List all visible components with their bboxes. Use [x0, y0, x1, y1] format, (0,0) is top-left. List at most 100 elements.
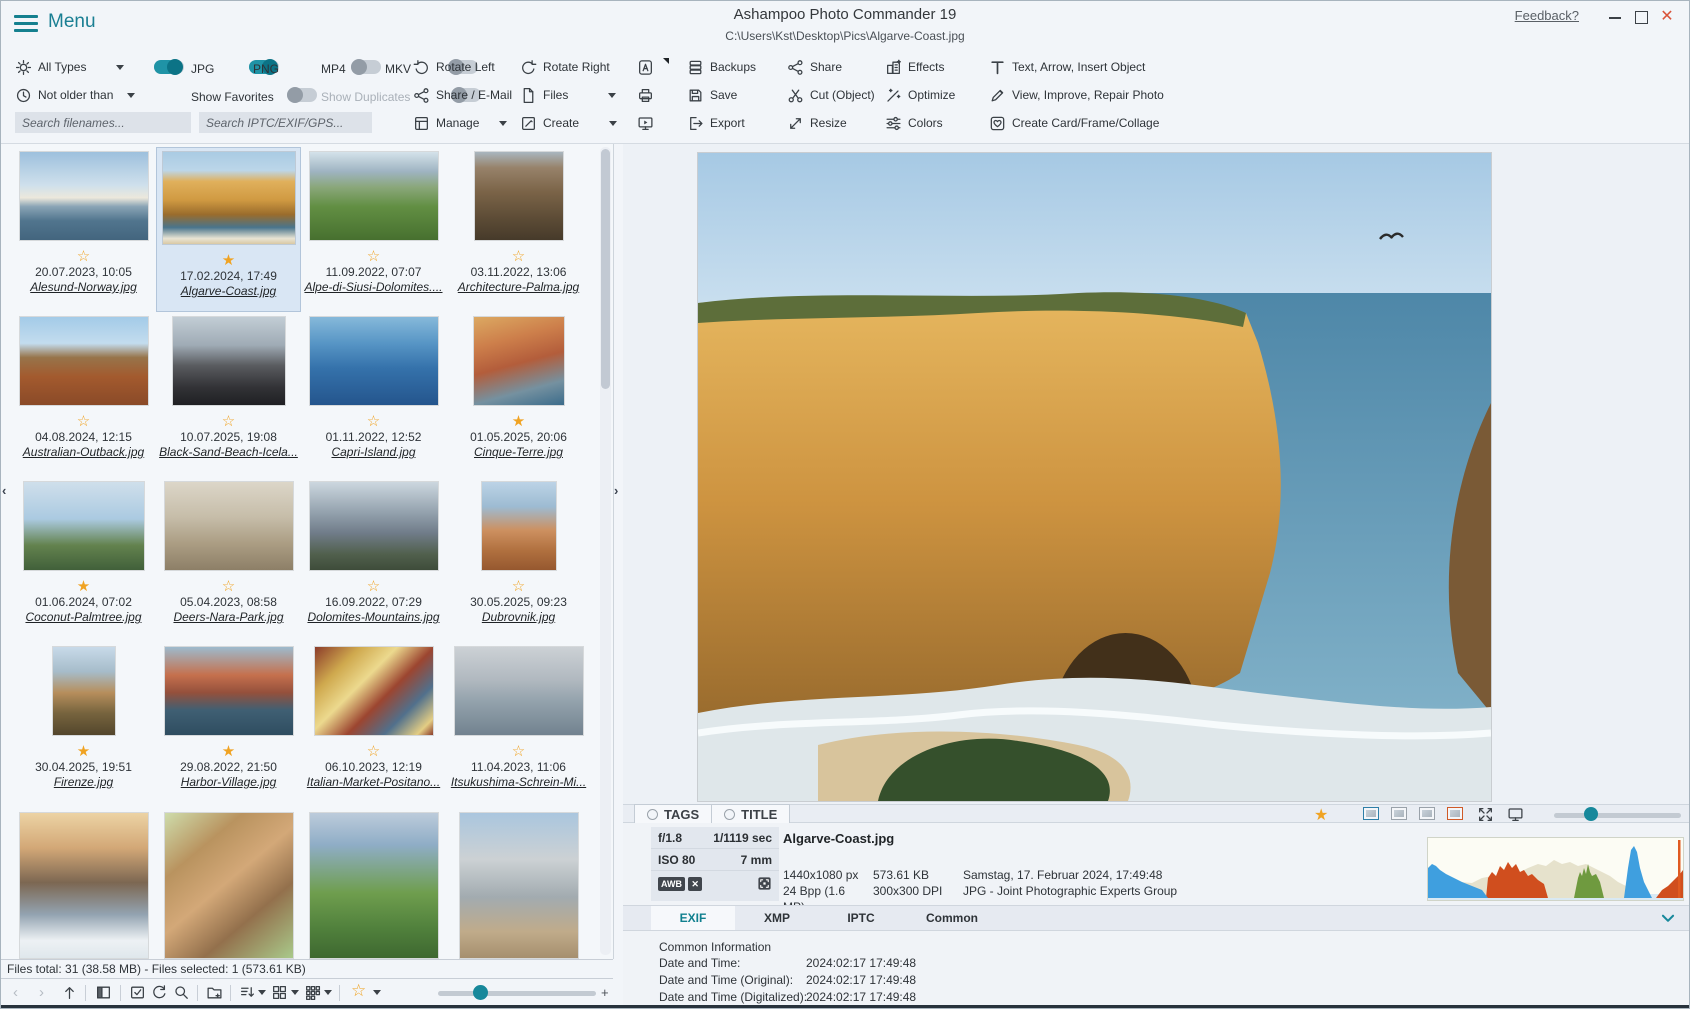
maximize-button[interactable]: [1631, 7, 1651, 27]
thumbnail-item[interactable]: 01.11.2022, 12:52 Capri-Island.jpg: [301, 312, 446, 477]
text-arrow-insert-button[interactable]: Text, Arrow, Insert Object: [989, 56, 1145, 78]
refresh-icon[interactable]: [151, 984, 168, 1001]
thumbnail-item[interactable]: 11.09.2022, 07:07 Alpe-di-Siusi-Dolomite…: [301, 147, 446, 312]
thumbnail-item[interactable]: [301, 813, 446, 958]
scrollbar-thumb[interactable]: [601, 149, 610, 389]
view-improve-repair-button[interactable]: View, Improve, Repair Photo: [989, 84, 1164, 106]
thumbnail-item[interactable]: 16.09.2022, 07:29 Dolomites-Mountains.jp…: [301, 477, 446, 642]
back-chevron-icon[interactable]: ‹: [13, 984, 18, 1001]
favorite-star-icon[interactable]: [77, 413, 90, 430]
fullscreen-icon[interactable]: [1477, 806, 1494, 823]
feedback-link[interactable]: Feedback?: [1515, 8, 1579, 23]
favorite-star-icon[interactable]: [222, 743, 235, 760]
chevron-down-icon[interactable]: [373, 990, 381, 995]
not-older-than-dropdown[interactable]: Not older than: [15, 84, 135, 106]
monitor-icon[interactable]: [1507, 806, 1524, 823]
favorite-star-icon[interactable]: [367, 248, 380, 265]
cut-object-button[interactable]: Cut (Object): [787, 84, 875, 106]
select-images-icon[interactable]: [129, 984, 146, 1001]
zoom-fill-icon[interactable]: [1419, 807, 1435, 820]
thumbnail-item[interactable]: [11, 813, 156, 958]
collapse-left-panel-chevron[interactable]: ‹: [2, 483, 6, 498]
thumbnail-zoom-knob[interactable]: [473, 985, 488, 1000]
chevron-down-icon[interactable]: [291, 990, 299, 995]
search-icon[interactable]: [173, 984, 190, 1001]
share-button[interactable]: Share: [787, 56, 842, 78]
zoom-stretch-icon[interactable]: [1447, 807, 1463, 820]
forward-chevron-icon[interactable]: ›: [39, 984, 44, 1001]
layout-grid-icon[interactable]: [271, 984, 288, 1001]
preview-zoom-slider[interactable]: [1554, 813, 1681, 818]
print-button[interactable]: [637, 84, 654, 106]
chevron-down-icon[interactable]: [258, 990, 266, 995]
favorite-star-icon[interactable]: [77, 578, 90, 595]
thumbnail-item[interactable]: 01.06.2024, 07:02 Coconut-Palmtree.jpg: [11, 477, 156, 642]
pdf-export-button[interactable]: [637, 56, 654, 78]
tab-title[interactable]: TITLE: [711, 805, 789, 823]
rotate-right-button[interactable]: Rotate Right: [520, 56, 610, 78]
create-dropdown[interactable]: Create: [520, 112, 617, 134]
thumbnail-item[interactable]: 01.05.2025, 20:06 Cinque-Terre.jpg: [446, 312, 591, 477]
favorite-star-icon[interactable]: [367, 578, 380, 595]
thumbnail-size-icon[interactable]: [304, 984, 321, 1001]
favorite-star-icon[interactable]: [512, 743, 525, 760]
zoom-original-icon[interactable]: [1391, 807, 1407, 820]
rate-favorite-star-icon[interactable]: ★: [1314, 805, 1328, 825]
menu-hamburger-icon[interactable]: [14, 15, 38, 32]
favorites-filter-star-icon[interactable]: ☆: [351, 981, 366, 1001]
favorite-star-icon[interactable]: [77, 248, 90, 265]
thumbnail-item[interactable]: 17.02.2024, 17:49 Algarve-Coast.jpg: [156, 147, 301, 312]
tab-exif[interactable]: EXIF: [651, 906, 735, 930]
preview-photo[interactable]: [698, 153, 1491, 801]
search-filenames-input[interactable]: [15, 112, 191, 133]
preview-panel-icon[interactable]: [95, 984, 112, 1001]
favorite-star-icon[interactable]: [77, 743, 90, 760]
thumbnail-item[interactable]: 06.10.2023, 12:19 Italian-Market-Positan…: [301, 642, 446, 807]
thumbnail-item[interactable]: 30.04.2025, 19:51 Firenze.jpg: [11, 642, 156, 807]
thumbnail-item[interactable]: [446, 813, 591, 958]
panel-collapse-marker[interactable]: [663, 58, 669, 64]
tab-tags[interactable]: TAGS: [635, 805, 711, 823]
favorite-star-icon[interactable]: [512, 248, 525, 265]
file-type-filter-dropdown[interactable]: All Types: [15, 56, 124, 78]
colors-button[interactable]: Colors: [885, 112, 943, 134]
save-button[interactable]: Save: [687, 84, 737, 106]
rotate-left-button[interactable]: Rotate Left: [413, 56, 495, 78]
optimize-button[interactable]: Optimize: [885, 84, 955, 106]
thumbnail-item[interactable]: 29.08.2022, 21:50 Harbor-Village.jpg: [156, 642, 301, 807]
resize-button[interactable]: Resize: [787, 112, 847, 134]
favorite-star-icon[interactable]: [367, 413, 380, 430]
thumbnail-item[interactable]: 11.04.2023, 11:06 Itsukushima-Schrein-Mi…: [446, 642, 591, 807]
favorite-star-icon[interactable]: [367, 743, 380, 760]
mp4-filter-toggle[interactable]: [351, 60, 381, 74]
expand-metadata-chevron[interactable]: [1655, 909, 1681, 927]
thumbnail-item[interactable]: 10.07.2025, 19:08 Black-Sand-Beach-Icela…: [156, 312, 301, 477]
slideshow-button[interactable]: [637, 112, 654, 134]
favorite-star-icon[interactable]: [222, 578, 235, 595]
favorite-star-icon[interactable]: [222, 252, 235, 269]
thumbnail-item[interactable]: 04.08.2024, 12:15 Australian-Outback.jpg: [11, 312, 156, 477]
minimize-button[interactable]: [1605, 7, 1625, 27]
close-button[interactable]: ✕: [1657, 7, 1677, 27]
thumbnail-item[interactable]: 20.07.2023, 10:05 Alesund-Norway.jpg: [11, 147, 156, 312]
thumbnail-item[interactable]: [156, 813, 301, 958]
sort-icon[interactable]: [239, 984, 256, 1001]
thumbnail-item[interactable]: 30.05.2025, 09:23 Dubrovnik.jpg: [446, 477, 591, 642]
favorite-star-icon[interactable]: [222, 413, 235, 430]
expand-panel-chevron[interactable]: ›: [614, 483, 618, 498]
show-favorites-toggle[interactable]: [287, 88, 317, 102]
thumbnail-item[interactable]: 05.04.2023, 08:58 Deers-Nara-Park.jpg: [156, 477, 301, 642]
tab-xmp[interactable]: XMP: [735, 906, 819, 930]
chevron-down-icon[interactable]: [324, 990, 332, 995]
panel-splitter[interactable]: [613, 144, 614, 959]
thumbnail-item[interactable]: 03.11.2022, 13:06 Architecture-Palma.jpg: [446, 147, 591, 312]
thumbnail-scrollbar[interactable]: [600, 147, 611, 955]
favorite-star-icon[interactable]: [512, 578, 525, 595]
backups-button[interactable]: Backups: [687, 56, 756, 78]
tab-common[interactable]: Common: [903, 906, 1001, 930]
search-iptc-exif-gps-input[interactable]: [199, 112, 372, 133]
menu-button[interactable]: Menu: [48, 11, 96, 33]
tab-iptc[interactable]: IPTC: [819, 906, 903, 930]
thumbnail-zoom-slider[interactable]: [438, 991, 596, 996]
create-card-frame-collage-button[interactable]: Create Card/Frame/Collage: [989, 112, 1159, 134]
